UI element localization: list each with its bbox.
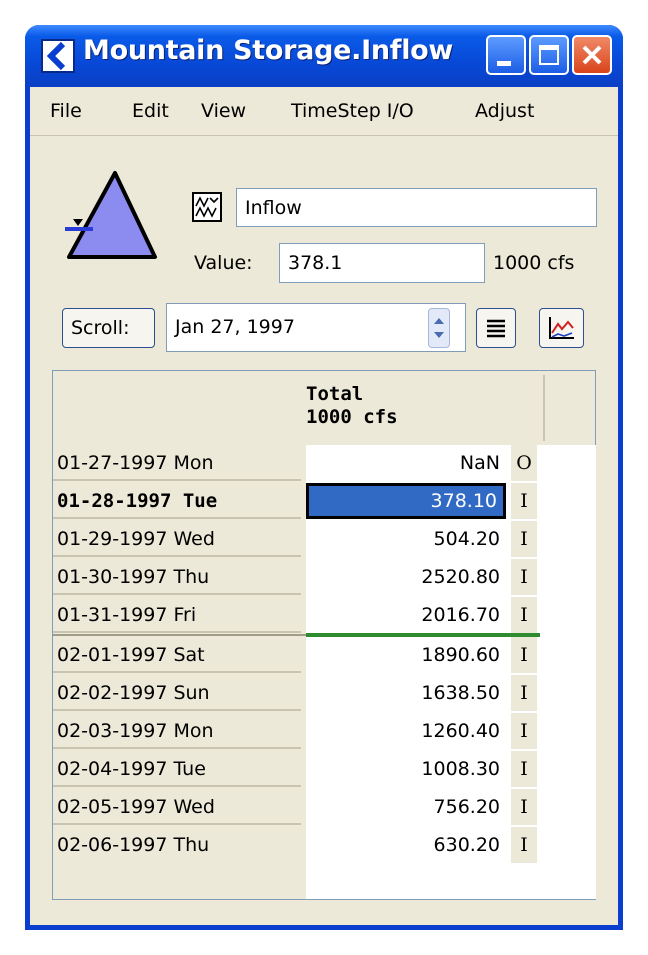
row-value[interactable]: 1260.40 bbox=[306, 713, 506, 749]
riverware-app-icon bbox=[41, 39, 75, 73]
row-value[interactable]: 1638.50 bbox=[306, 675, 506, 711]
window-client: File Edit View TimeStep I/O Adjust Inflo… bbox=[30, 87, 618, 925]
menu-bar: File Edit View TimeStep I/O Adjust bbox=[30, 87, 618, 136]
date-spinner-field[interactable]: Jan 27, 1997 bbox=[166, 303, 466, 352]
row-flag: O bbox=[511, 445, 537, 481]
row-date: 01-29-1997 Wed bbox=[57, 528, 215, 550]
row-flag: I bbox=[511, 827, 537, 863]
row-value[interactable]: 378.10 bbox=[306, 483, 506, 519]
row-flag: I bbox=[511, 675, 537, 711]
menu-adjust[interactable]: Adjust bbox=[475, 100, 534, 122]
table-row[interactable]: 02-06-1997 Thu 630.20 I bbox=[53, 827, 595, 863]
row-flag: I bbox=[511, 713, 537, 749]
row-value[interactable]: 1890.60 bbox=[306, 637, 506, 673]
row-flag: I bbox=[511, 521, 537, 557]
row-flag: I bbox=[511, 751, 537, 787]
row-date: 01-30-1997 Thu bbox=[57, 566, 210, 588]
close-button[interactable] bbox=[572, 35, 612, 75]
header-divider bbox=[543, 375, 545, 441]
window-title: Mountain Storage.Inflow bbox=[83, 35, 454, 66]
row-flag: I bbox=[511, 483, 537, 519]
row-value[interactable]: 2520.80 bbox=[306, 559, 506, 595]
spinner-arrows-icon bbox=[434, 318, 444, 338]
value-field[interactable]: 378.1 bbox=[279, 243, 485, 283]
list-view-button[interactable] bbox=[476, 308, 516, 348]
window: Mountain Storage.Inflow File Edit View T… bbox=[25, 25, 623, 930]
list-lines-icon bbox=[487, 319, 505, 338]
table-row[interactable]: 01-29-1997 Wed 504.20 I bbox=[53, 521, 595, 557]
column-header-line2: 1000 cfs bbox=[306, 406, 398, 428]
row-date: 01-31-1997 Fri bbox=[57, 604, 197, 626]
close-icon bbox=[582, 45, 602, 65]
units-label: 1000 cfs bbox=[493, 252, 575, 274]
date-spinner[interactable] bbox=[428, 308, 450, 348]
column-header-line1: Total bbox=[306, 383, 364, 405]
row-date: 02-02-1997 Sun bbox=[57, 682, 210, 704]
slot-name-field[interactable]: Inflow bbox=[236, 188, 597, 227]
row-value[interactable]: 630.20 bbox=[306, 827, 506, 863]
row-date: 02-01-1997 Sat bbox=[57, 644, 205, 666]
row-date: 02-05-1997 Wed bbox=[57, 796, 215, 818]
row-value[interactable]: 756.20 bbox=[306, 789, 506, 825]
table-row[interactable]: 02-02-1997 Sun 1638.50 I bbox=[53, 675, 595, 711]
menu-view[interactable]: View bbox=[201, 100, 246, 122]
row-value[interactable]: 2016.70 bbox=[306, 597, 506, 633]
scroll-button-label: Scroll: bbox=[71, 317, 130, 339]
menu-edit[interactable]: Edit bbox=[132, 100, 169, 122]
row-flag: I bbox=[511, 559, 537, 595]
row-value[interactable]: 1008.30 bbox=[306, 751, 506, 787]
row-date: 02-06-1997 Thu bbox=[57, 834, 210, 856]
series-slot-icon bbox=[192, 192, 222, 222]
maximize-button[interactable] bbox=[529, 35, 569, 75]
maximize-icon bbox=[539, 45, 559, 65]
reservoir-icon bbox=[65, 171, 157, 259]
table-row[interactable]: 01-30-1997 Thu 2520.80 I bbox=[53, 559, 595, 595]
row-date: 01-28-1997 Tue bbox=[57, 490, 218, 512]
row-date: 02-04-1997 Tue bbox=[57, 758, 206, 780]
table-row[interactable]: 01-31-1997 Fri 2016.70 I bbox=[53, 597, 595, 633]
minimize-icon bbox=[497, 61, 511, 66]
row-flag: I bbox=[511, 789, 537, 825]
timeseries-table: Total 1000 cfs 01-27-1997 Mon NaN O 01-2… bbox=[52, 370, 596, 900]
row-flag: I bbox=[511, 597, 537, 633]
table-row[interactable]: 02-04-1997 Tue 1008.30 I bbox=[53, 751, 595, 787]
row-date: 01-27-1997 Mon bbox=[57, 452, 214, 474]
table-row[interactable]: 01-27-1997 Mon NaN O bbox=[53, 445, 595, 481]
title-bar[interactable]: Mountain Storage.Inflow bbox=[25, 25, 623, 87]
table-row[interactable]: 02-03-1997 Mon 1260.40 I bbox=[53, 713, 595, 749]
column-header-total[interactable]: Total 1000 cfs bbox=[306, 383, 398, 429]
table-row[interactable]: 02-05-1997 Wed 756.20 I bbox=[53, 789, 595, 825]
scroll-button[interactable]: Scroll: bbox=[62, 308, 155, 348]
table-row[interactable]: 02-01-1997 Sat 1890.60 I bbox=[53, 637, 595, 673]
plot-icon bbox=[549, 317, 574, 339]
minimize-button[interactable] bbox=[486, 35, 526, 75]
row-flag: I bbox=[511, 637, 537, 673]
row-date: 02-03-1997 Mon bbox=[57, 720, 214, 742]
table-row-selected[interactable]: 01-28-1997 Tue 378.10 I bbox=[53, 483, 595, 519]
plot-button[interactable] bbox=[539, 308, 584, 348]
row-value[interactable]: 504.20 bbox=[306, 521, 506, 557]
menu-file[interactable]: File bbox=[50, 100, 82, 122]
value-label: Value: bbox=[194, 252, 253, 274]
menu-timestep-io[interactable]: TimeStep I/O bbox=[291, 100, 414, 122]
row-value[interactable]: NaN bbox=[306, 445, 506, 481]
